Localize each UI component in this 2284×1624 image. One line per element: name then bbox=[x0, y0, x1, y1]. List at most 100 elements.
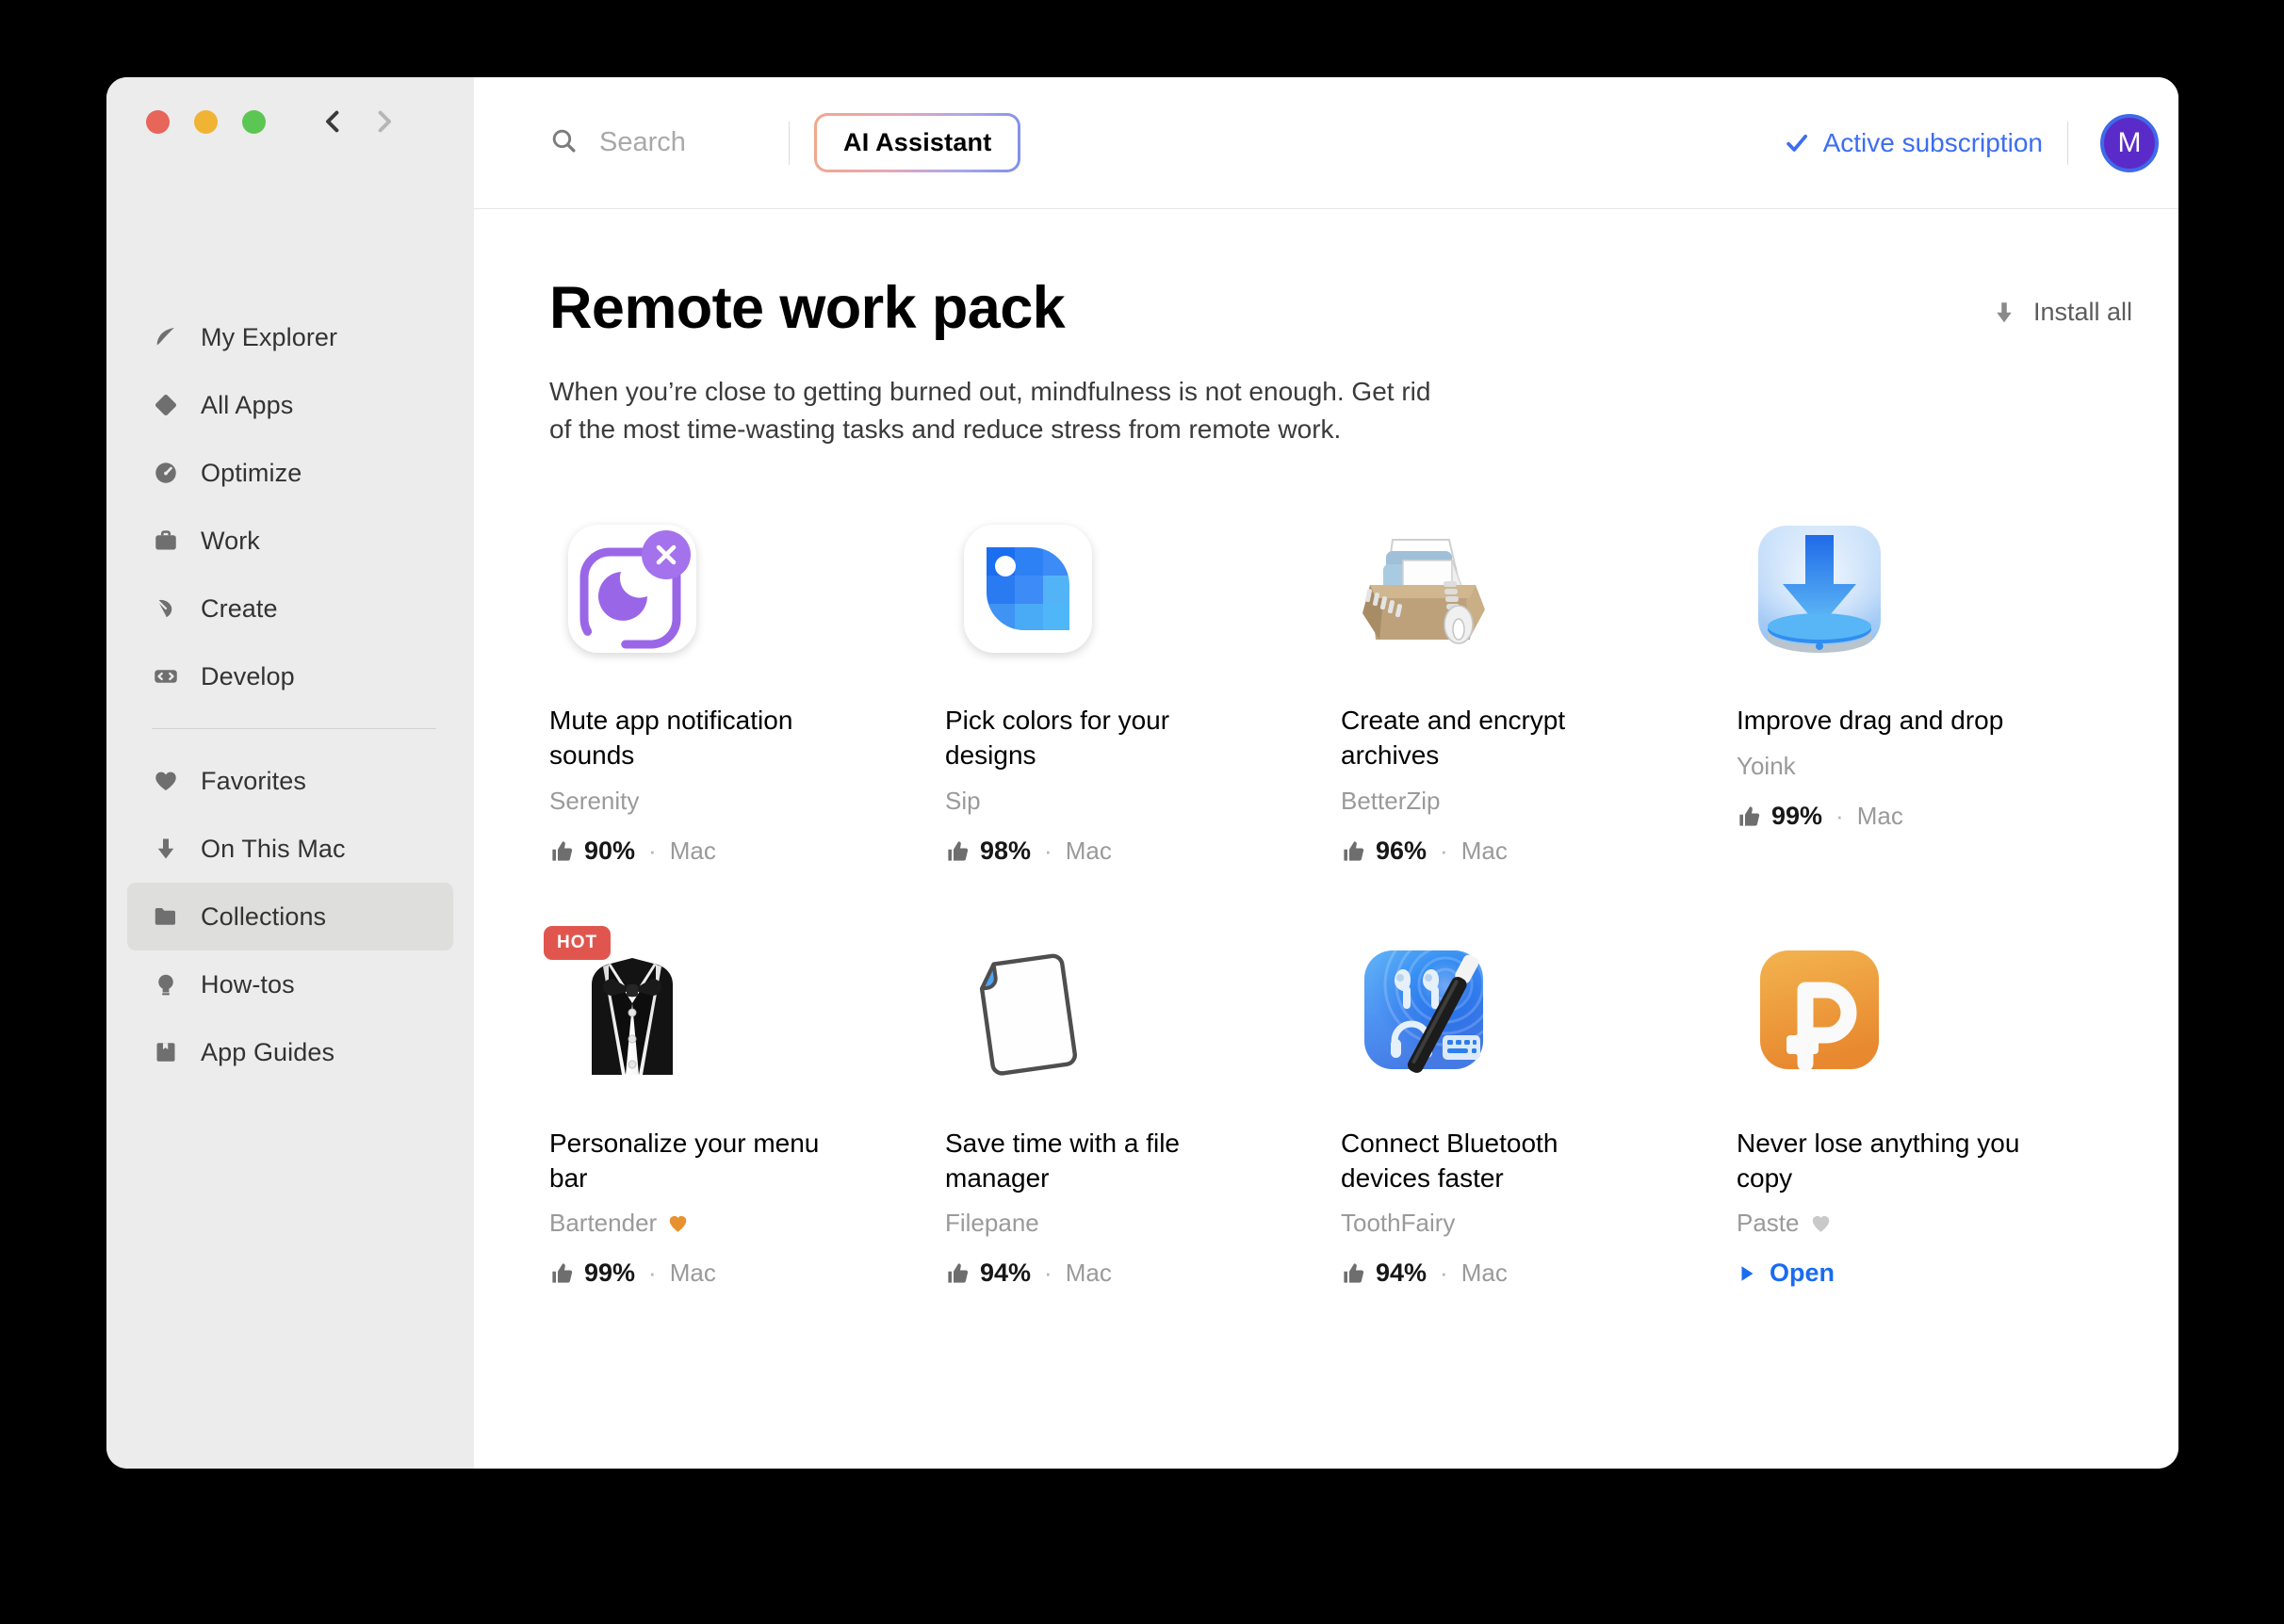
pack-header: Remote work pack Install all bbox=[549, 277, 2132, 339]
search-input[interactable] bbox=[599, 127, 764, 158]
play-icon bbox=[1737, 1262, 1757, 1285]
app-title: Save time with a file manager bbox=[945, 1128, 1180, 1193]
app-meta: 99% · Mac bbox=[549, 1259, 945, 1288]
traffic-lights bbox=[146, 110, 266, 134]
zoom-window-button[interactable] bbox=[242, 110, 266, 134]
meta-separator: · bbox=[648, 1259, 657, 1288]
meta-separator: · bbox=[1440, 1259, 1448, 1288]
app-vendor-name: Yoink bbox=[1737, 751, 1796, 780]
close-window-button[interactable] bbox=[146, 110, 170, 134]
thumbs-up-icon bbox=[549, 1260, 575, 1286]
app-vendor: Yoink bbox=[1737, 752, 2132, 781]
app-vendor-name: BetterZip bbox=[1341, 786, 1441, 815]
sidebar-item-app-guides[interactable]: App Guides bbox=[127, 1018, 453, 1086]
app-card[interactable]: Mute app notification sounds Serenity 90… bbox=[549, 507, 945, 866]
ai-assistant-label: AI Assistant bbox=[817, 116, 1019, 170]
app-title: Create and encrypt archives bbox=[1341, 705, 1566, 770]
app-vendor-name: Sip bbox=[945, 786, 981, 815]
app-card[interactable]: Improve drag and drop Yoink 99% · Mac bbox=[1737, 507, 2132, 866]
sidebar-item-favorites[interactable]: Favorites bbox=[127, 747, 453, 815]
app-card[interactable]: Never lose anything you copy Paste Open bbox=[1737, 930, 2132, 1289]
open-app-button[interactable]: Open bbox=[1737, 1259, 2132, 1288]
thumbs-up-icon bbox=[945, 838, 971, 864]
app-rating: 94% bbox=[980, 1259, 1032, 1288]
app-title: Pick colors for your designs bbox=[945, 705, 1170, 770]
app-title: Never lose anything you copy bbox=[1737, 1128, 2020, 1193]
sidebar-item-work[interactable]: Work bbox=[127, 507, 453, 575]
toolbar-right: Active subscription M bbox=[1784, 113, 2159, 172]
sidebar-item-my-explorer[interactable]: My Explorer bbox=[127, 303, 453, 371]
vendor-heart-icon bbox=[1809, 1211, 1833, 1235]
book-bookmark-icon bbox=[152, 1038, 180, 1066]
app-platform: Mac bbox=[1460, 836, 1508, 865]
app-vendor: Serenity bbox=[549, 787, 945, 816]
page-title: Remote work pack bbox=[549, 275, 1066, 341]
thumbs-up-icon bbox=[549, 838, 575, 864]
check-icon bbox=[1784, 130, 1810, 156]
sidebar-item-label: App Guides bbox=[201, 1037, 335, 1066]
app-platform: Mac bbox=[1065, 1259, 1112, 1288]
app-meta: 94% · Mac bbox=[945, 1259, 1341, 1288]
forward-chevron-icon[interactable] bbox=[370, 107, 399, 136]
search-box[interactable] bbox=[549, 126, 764, 160]
app-grid: Mute app notification sounds Serenity 90… bbox=[544, 507, 2132, 1289]
ai-assistant-button[interactable]: AI Assistant bbox=[814, 113, 1021, 172]
install-all-label: Install all bbox=[2032, 298, 2132, 326]
sidebar-item-all-apps[interactable]: All Apps bbox=[127, 371, 453, 439]
sidebar-item-on-this-mac[interactable]: On This Mac bbox=[127, 815, 453, 883]
app-title: Mute app notification sounds bbox=[549, 705, 793, 770]
pack-description: When you’re close to getting burned out,… bbox=[549, 377, 1431, 444]
hot-badge: HOT bbox=[544, 925, 612, 960]
toolbar: AI Assistant Active subscription M bbox=[474, 77, 2178, 209]
content-pane: Remote work pack Install all When you’re… bbox=[474, 209, 2178, 1469]
back-chevron-icon[interactable] bbox=[318, 107, 347, 136]
app-vendor: Sip bbox=[945, 787, 1341, 816]
sidebar-item-optimize[interactable]: Optimize bbox=[127, 439, 453, 507]
app-card[interactable]: Save time with a file manager Filepane 9… bbox=[945, 930, 1341, 1289]
app-platform: Mac bbox=[1065, 836, 1112, 865]
sidebar-item-label: On This Mac bbox=[201, 834, 346, 863]
thumbs-up-icon bbox=[1341, 838, 1366, 864]
app-platform: Mac bbox=[1460, 1259, 1508, 1288]
app-meta: 98% · Mac bbox=[945, 836, 1341, 866]
avatar-initial: M bbox=[2117, 126, 2142, 158]
app-meta: 90% · Mac bbox=[549, 836, 945, 866]
lightbulb-icon bbox=[152, 970, 180, 999]
yoink-icon bbox=[1737, 507, 1901, 672]
download-arrow-icon bbox=[152, 835, 180, 863]
gauge-icon bbox=[152, 459, 180, 487]
pen-nib-icon bbox=[152, 594, 180, 623]
meta-separator: · bbox=[1835, 801, 1844, 830]
app-title: Personalize your menu bar bbox=[549, 1128, 820, 1193]
thumbs-up-icon bbox=[1737, 804, 1762, 829]
folder-icon bbox=[152, 902, 180, 931]
avatar[interactable]: M bbox=[2100, 113, 2159, 172]
sidebar-item-develop[interactable]: Develop bbox=[127, 642, 453, 710]
subscription-status[interactable]: Active subscription bbox=[1784, 128, 2043, 158]
open-label: Open bbox=[1770, 1259, 1835, 1288]
toolbar-divider-2 bbox=[2067, 121, 2068, 165]
app-rating: 99% bbox=[584, 1259, 636, 1288]
toothfairy-icon bbox=[1341, 930, 1506, 1095]
app-platform: Mac bbox=[669, 1259, 716, 1288]
sidebar-nav: My Explorer All Apps Optimize Work Creat… bbox=[106, 303, 474, 1086]
sidebar-item-collections[interactable]: Collections bbox=[127, 883, 453, 950]
sidebar-item-how-tos[interactable]: How-tos bbox=[127, 950, 453, 1018]
app-card[interactable]: HOT Personalize your menu bar Bartender … bbox=[544, 925, 945, 1289]
app-meta: 99% · Mac bbox=[1737, 802, 2132, 831]
app-rating: 98% bbox=[980, 836, 1032, 865]
minimize-window-button[interactable] bbox=[194, 110, 218, 134]
serenity-icon bbox=[549, 507, 714, 672]
install-all-button[interactable]: Install all bbox=[1990, 298, 2132, 327]
app-card[interactable]: Connect Bluetooth devices faster ToothFa… bbox=[1341, 930, 1737, 1289]
app-card[interactable]: Pick colors for your designs Sip 98% · M… bbox=[945, 507, 1341, 866]
desktop-background: My Explorer All Apps Optimize Work Creat… bbox=[0, 0, 2284, 1624]
navigation-arrows bbox=[318, 107, 399, 136]
app-rating: 90% bbox=[584, 836, 636, 865]
app-platform: Mac bbox=[669, 836, 716, 865]
sidebar-item-create[interactable]: Create bbox=[127, 575, 453, 642]
download-icon bbox=[1990, 299, 2018, 327]
app-card[interactable]: Create and encrypt archives BetterZip 96… bbox=[1341, 507, 1737, 866]
app-meta: 94% · Mac bbox=[1341, 1259, 1737, 1288]
meta-separator: · bbox=[648, 836, 657, 865]
